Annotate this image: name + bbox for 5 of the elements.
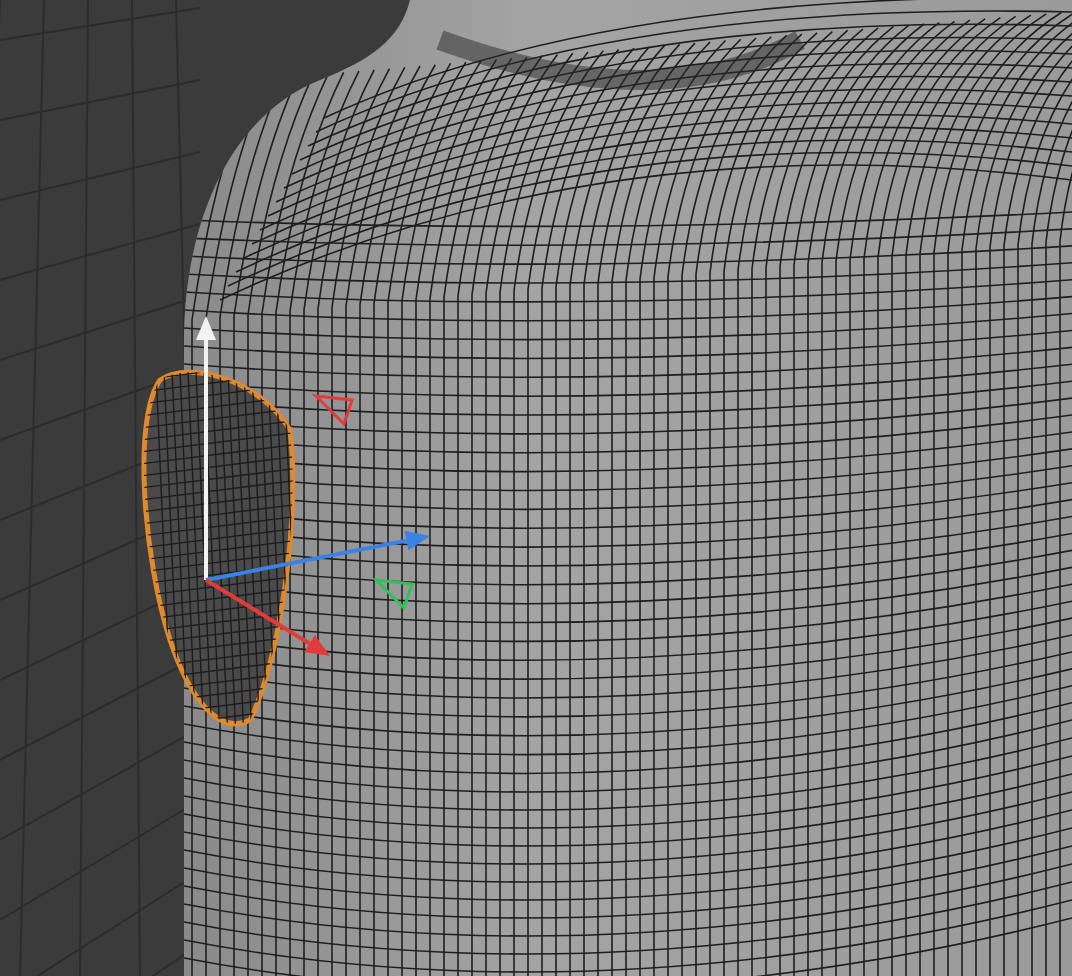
axis-arrow[interactable] bbox=[205, 530, 430, 582]
plane-handle-icon[interactable] bbox=[311, 394, 354, 427]
plane-handle-icon[interactable] bbox=[371, 578, 414, 611]
axis-arrow[interactable] bbox=[196, 316, 216, 580]
axis-arrow[interactable] bbox=[204, 578, 330, 656]
